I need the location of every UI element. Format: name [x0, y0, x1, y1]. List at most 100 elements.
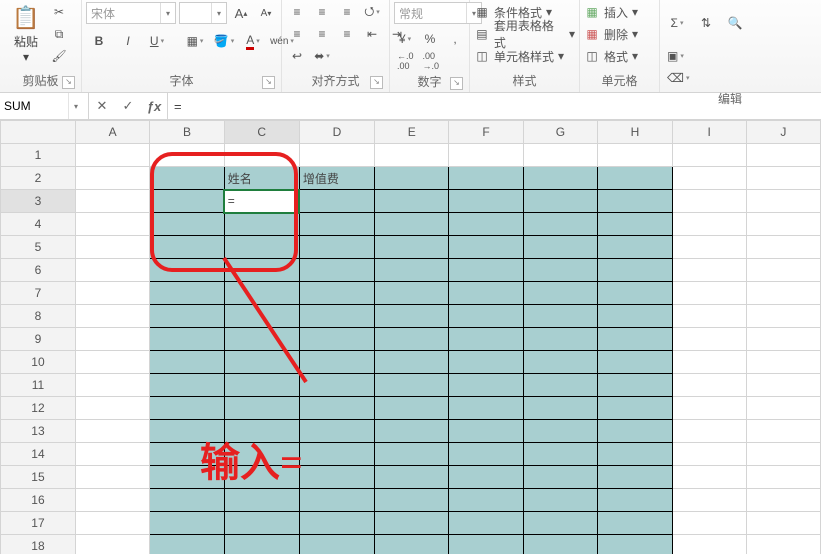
wrap-text-button[interactable]: ↩ [286, 46, 308, 66]
cell-A4[interactable] [75, 213, 149, 236]
cell-D10[interactable] [299, 351, 374, 374]
cell-G11[interactable] [523, 374, 598, 397]
row-header-12[interactable]: 12 [1, 397, 76, 420]
cell-F18[interactable] [449, 535, 523, 554]
cell-G10[interactable] [523, 351, 598, 374]
cell-A17[interactable] [75, 512, 149, 535]
cell-H18[interactable] [598, 535, 672, 554]
cell-J12[interactable] [746, 397, 820, 420]
shrink-font-button[interactable]: A▾ [255, 3, 277, 23]
cell-B15[interactable] [150, 466, 224, 489]
cell-F4[interactable] [449, 213, 523, 236]
cell-C1[interactable] [224, 144, 299, 167]
cell-J8[interactable] [746, 305, 820, 328]
column-header-A[interactable]: A [75, 121, 149, 144]
chevron-down-icon[interactable]: ▾ [211, 3, 226, 23]
cell-H10[interactable] [598, 351, 672, 374]
cell-B8[interactable] [150, 305, 224, 328]
cell-H13[interactable] [598, 420, 672, 443]
cell-D9[interactable] [299, 328, 374, 351]
dialog-launcher-icon[interactable]: ↘ [262, 76, 275, 89]
cell-B11[interactable] [150, 374, 224, 397]
cell-E10[interactable] [375, 351, 449, 374]
cell-J9[interactable] [746, 328, 820, 351]
chevron-down-icon[interactable]: ▾ [160, 3, 175, 23]
cell-E1[interactable] [375, 144, 449, 167]
cell-D17[interactable] [299, 512, 374, 535]
cell-G4[interactable] [523, 213, 598, 236]
select-all-corner[interactable] [1, 121, 76, 144]
cell-J1[interactable] [746, 144, 820, 167]
cell-I18[interactable] [672, 535, 746, 554]
cell-I5[interactable] [672, 236, 746, 259]
cell-F2[interactable] [449, 167, 523, 190]
cell-H7[interactable] [598, 282, 672, 305]
cell-C18[interactable] [224, 535, 299, 554]
dialog-launcher-icon[interactable]: ↘ [370, 76, 383, 89]
cell-E15[interactable] [375, 466, 449, 489]
cell-G9[interactable] [523, 328, 598, 351]
cell-C11[interactable] [224, 374, 299, 397]
column-header-G[interactable]: G [523, 121, 598, 144]
cell-D5[interactable] [299, 236, 374, 259]
worksheet-grid[interactable]: ABCDEFGHIJ12姓名增值费3=456789101112131415161… [0, 120, 821, 554]
cell-I16[interactable] [672, 489, 746, 512]
cell-E13[interactable] [375, 420, 449, 443]
align-top-button[interactable]: ≡ [286, 2, 308, 22]
row-header-5[interactable]: 5 [1, 236, 76, 259]
cell-C7[interactable] [224, 282, 299, 305]
increase-decimal-button[interactable]: ←.0.00 [394, 51, 417, 71]
cell-J14[interactable] [746, 443, 820, 466]
cell-A15[interactable] [75, 466, 149, 489]
percent-button[interactable]: % [419, 29, 441, 49]
cut-button[interactable]: ✂ [48, 2, 70, 22]
cell-E16[interactable] [375, 489, 449, 512]
cell-J15[interactable] [746, 466, 820, 489]
cell-F7[interactable] [449, 282, 523, 305]
row-header-3[interactable]: 3 [1, 190, 76, 213]
cell-F13[interactable] [449, 420, 523, 443]
cell-B16[interactable] [150, 489, 224, 512]
enter-formula-button[interactable]: ✓ [115, 93, 141, 119]
cell-J2[interactable] [746, 167, 820, 190]
cell-E9[interactable] [375, 328, 449, 351]
dialog-launcher-icon[interactable]: ↘ [450, 77, 463, 90]
cell-A10[interactable] [75, 351, 149, 374]
cell-G16[interactable] [523, 489, 598, 512]
column-header-C[interactable]: C [224, 121, 299, 144]
decrease-indent-button[interactable]: ⇤ [361, 24, 383, 44]
dialog-launcher-icon[interactable]: ↘ [62, 76, 75, 89]
row-header-7[interactable]: 7 [1, 282, 76, 305]
underline-button[interactable]: U▾ [144, 30, 170, 52]
find-select-button[interactable]: 🔍 [722, 2, 748, 44]
format-painter-button[interactable]: 🖌 [48, 46, 70, 66]
font-color-button[interactable]: A▾ [240, 30, 266, 52]
cell-J5[interactable] [746, 236, 820, 259]
cell-E3[interactable] [375, 190, 449, 213]
cell-J10[interactable] [746, 351, 820, 374]
sort-filter-button[interactable]: ⇅ [693, 2, 719, 44]
cell-C12[interactable] [224, 397, 299, 420]
cell-F9[interactable] [449, 328, 523, 351]
cell-D18[interactable] [299, 535, 374, 554]
cell-C2[interactable]: 姓名 [224, 167, 299, 190]
cell-B13[interactable] [150, 420, 224, 443]
cell-C4[interactable] [224, 213, 299, 236]
column-header-J[interactable]: J [746, 121, 820, 144]
cell-F12[interactable] [449, 397, 523, 420]
border-button[interactable]: ▦▾ [182, 30, 208, 52]
row-header-9[interactable]: 9 [1, 328, 76, 351]
insert-cells-button[interactable]: ▦插入▾ [584, 2, 655, 22]
cell-E6[interactable] [375, 259, 449, 282]
row-header-6[interactable]: 6 [1, 259, 76, 282]
column-header-I[interactable]: I [672, 121, 746, 144]
cell-D7[interactable] [299, 282, 374, 305]
cell-C13[interactable] [224, 420, 299, 443]
cell-G1[interactable] [523, 144, 598, 167]
cell-I14[interactable] [672, 443, 746, 466]
cell-D13[interactable] [299, 420, 374, 443]
clear-button[interactable]: ⌫▾ [664, 68, 692, 88]
paste-button[interactable]: 📋 粘贴 ▾ [4, 2, 48, 66]
cell-G14[interactable] [523, 443, 598, 466]
cell-J3[interactable] [746, 190, 820, 213]
